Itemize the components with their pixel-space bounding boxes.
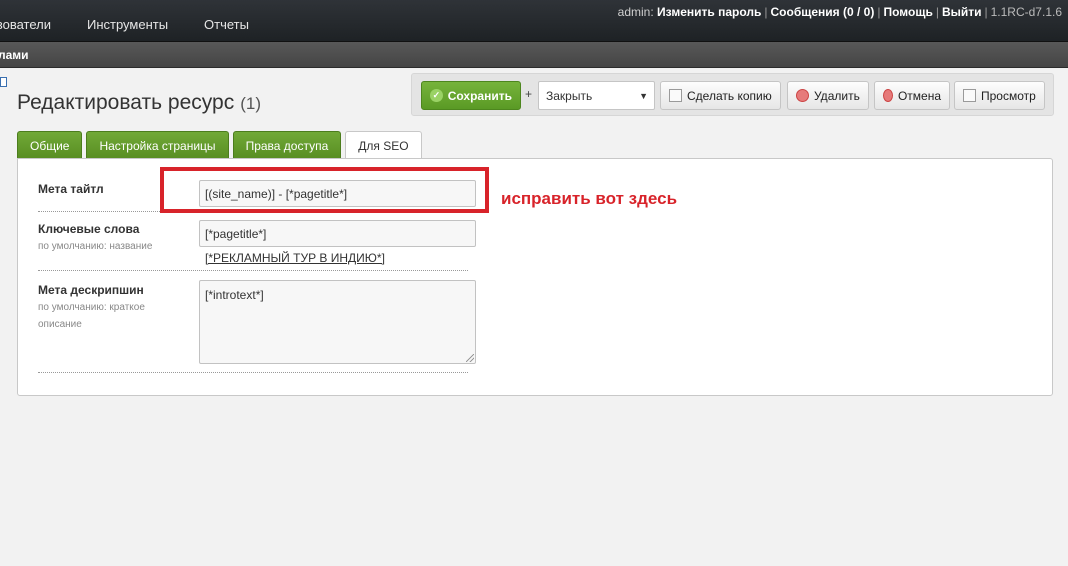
logout-link[interactable]: Выйти — [942, 5, 982, 19]
divider — [38, 372, 468, 373]
resource-tabs: Общие Настройка страницы Права доступа Д… — [17, 131, 426, 160]
user-name: admin: — [617, 5, 654, 19]
copy-icon — [669, 89, 682, 102]
version-label: 1.1RC-d7.1.6 — [990, 5, 1062, 19]
menu-item-users[interactable]: ьзователи — [0, 17, 51, 32]
action-toolbar: ✓ Сохранить + Закрыть ▼ Сделать копию Уд… — [411, 73, 1054, 116]
annotation-highlight-box — [160, 167, 489, 213]
chevron-down-icon: ▼ — [639, 91, 648, 101]
meta-description-textarea[interactable]: [*introtext*] — [199, 280, 476, 364]
main-menu: ьзователи Инструменты Отчеты — [0, 17, 285, 32]
sub-toolbar: лами — [0, 42, 1068, 68]
save-button[interactable]: ✓ Сохранить — [421, 81, 521, 110]
menu-item-reports[interactable]: Отчеты — [204, 17, 249, 32]
change-password-link[interactable]: Изменить пароль — [657, 5, 761, 19]
user-bar: admin: Изменить пароль | Сообщения (0 / 0)… — [617, 5, 1062, 19]
messages-link[interactable]: Сообщения (0 / 0) — [771, 5, 875, 19]
keywords-label: Ключевые слова — [38, 222, 140, 236]
preview-button[interactable]: Просмотр — [954, 81, 1045, 110]
annotation-note: исправить вот здесь — [501, 189, 678, 208]
close-action-select[interactable]: Закрыть ▼ — [538, 81, 655, 110]
divider — [38, 270, 468, 271]
cancel-icon — [883, 89, 893, 102]
meta-title-label: Мета тайтл — [38, 182, 104, 196]
duplicate-button[interactable]: Сделать копию — [660, 81, 781, 110]
cancel-button[interactable]: Отмена — [874, 81, 950, 110]
menu-item-tools[interactable]: Инструменты — [87, 17, 168, 32]
tab-general[interactable]: Общие — [17, 131, 83, 159]
top-navigation: ьзователи Инструменты Отчеты admin: Изме… — [0, 0, 1068, 42]
subbar-label[interactable]: лами — [0, 48, 29, 62]
page-icon[interactable] — [0, 77, 7, 87]
delete-icon — [796, 89, 809, 102]
keywords-input[interactable]: [*pagetitle*] — [199, 220, 476, 247]
main-content: Редактировать ресурс (1) ✓ Сохранить + За… — [0, 69, 1068, 566]
resize-handle-icon[interactable] — [466, 354, 474, 362]
page-title-text: Редактировать ресурс — [17, 91, 235, 114]
preview-icon — [963, 89, 976, 102]
meta-description-description: по умолчанию: краткое описание — [38, 302, 145, 330]
page-title-count: (1) — [240, 94, 261, 113]
check-icon: ✓ — [430, 89, 443, 102]
tab-seo[interactable]: Для SEO — [345, 131, 422, 160]
keywords-description: по умолчанию: название — [38, 241, 153, 252]
plus-separator: + — [525, 87, 533, 101]
page-title: Редактировать ресурс (1) — [17, 91, 261, 115]
help-link[interactable]: Помощь — [883, 5, 932, 19]
tab-page-settings[interactable]: Настройка страницы — [86, 131, 229, 159]
delete-button[interactable]: Удалить — [787, 81, 869, 110]
keywords-default-link[interactable]: [*РЕКЛАМНЫЙ ТУР В ИНДИЮ*] — [205, 251, 385, 265]
meta-description-label: Мета дескрипшин — [38, 283, 144, 297]
tab-access[interactable]: Права доступа — [232, 131, 342, 159]
